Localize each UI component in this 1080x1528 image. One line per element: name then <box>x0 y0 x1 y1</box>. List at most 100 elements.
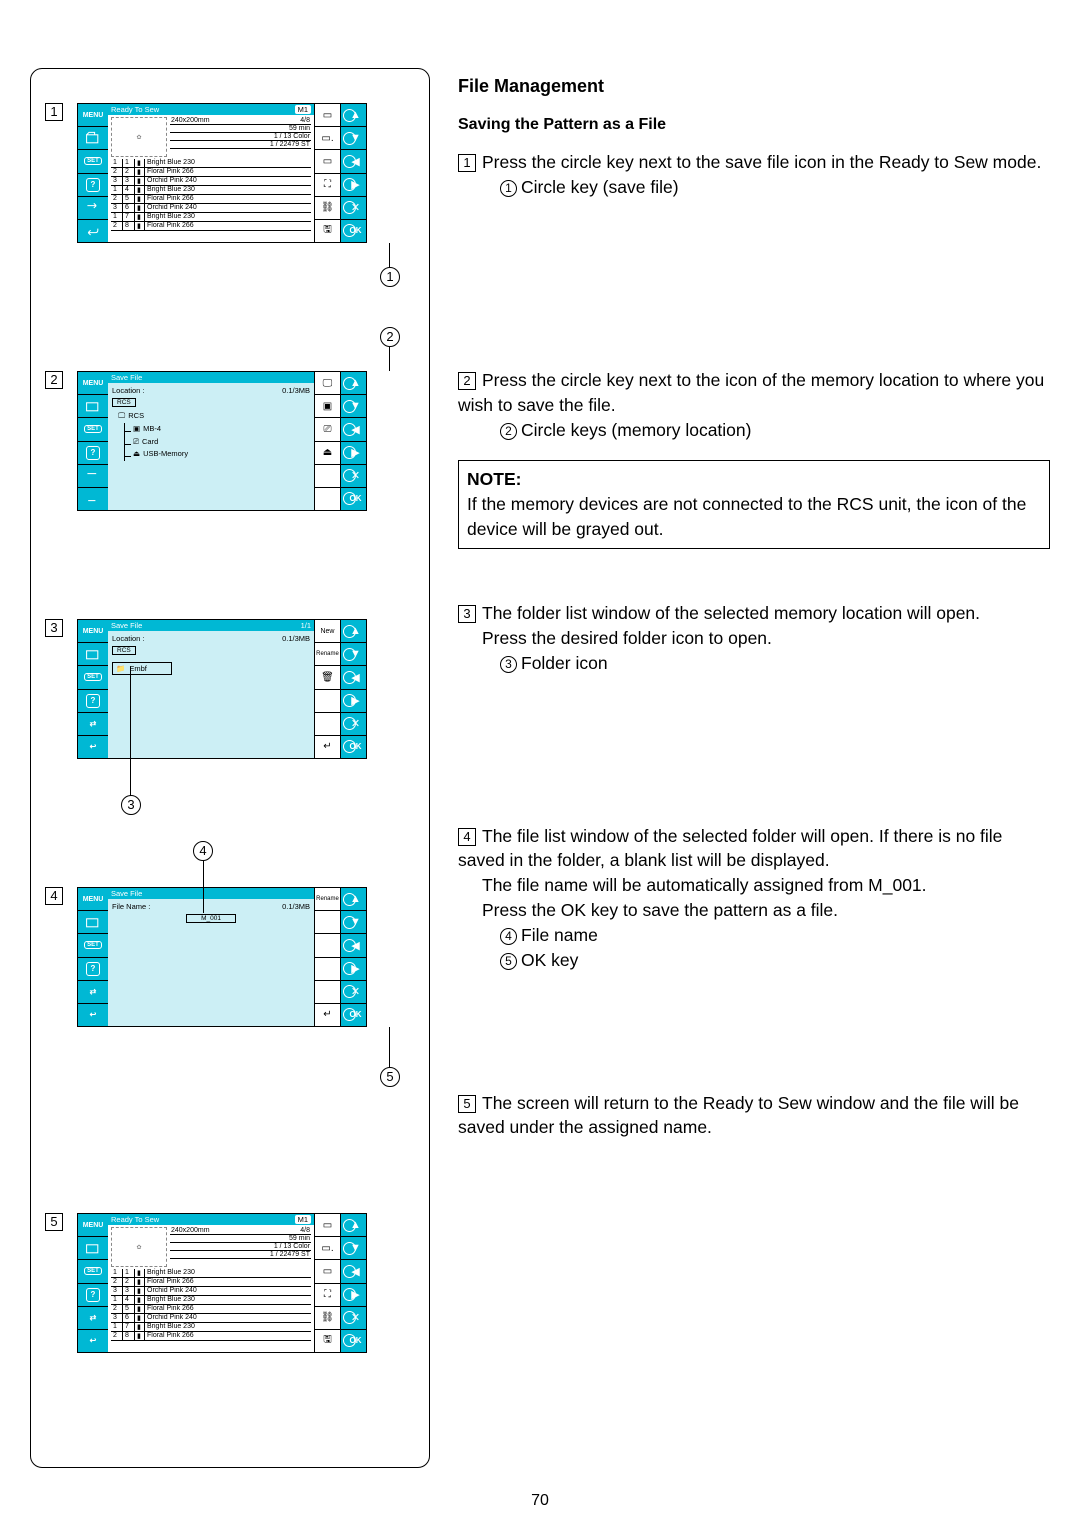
circle-key-down[interactable]: ▼ <box>341 1237 366 1259</box>
spool-icon: ▭. <box>315 1237 341 1259</box>
circle-key-cancel[interactable]: ✕ <box>341 981 366 1003</box>
device-screen-3: MENU SET ? ⇄ ↩ Save File1/1 Location :0.… <box>77 619 367 759</box>
help-button[interactable]: ? <box>78 442 108 465</box>
spool-icon: ▭ <box>315 1214 341 1236</box>
circle-key-rename[interactable]: ▼ <box>341 643 366 665</box>
breadcrumb-rcs: RCS <box>112 398 136 407</box>
swap-icon[interactable] <box>78 197 108 220</box>
color-list: 11▮Bright Blue 230 22▮Floral Pink 266 33… <box>111 159 311 231</box>
step-3-box: 3 <box>45 619 63 637</box>
swap-icon[interactable]: ⇄ <box>78 713 108 736</box>
screen-title: Save File <box>111 621 142 630</box>
circle-key-left[interactable]: ◀ <box>341 150 366 172</box>
callout-3: 3 <box>121 795 141 815</box>
step-1-box: 1 <box>45 103 63 121</box>
circle-key-cancel[interactable]: ✕ <box>341 465 366 487</box>
circle-key-right[interactable]: ▶ <box>341 958 366 980</box>
circle-key-ok[interactable]: OK <box>341 1004 366 1026</box>
note-box: NOTE: If the memory devices are not conn… <box>458 460 1050 549</box>
card-icon: ⎚ <box>133 436 139 449</box>
side-label-rename: Rename <box>315 643 341 665</box>
page-title: File Management <box>458 74 1050 100</box>
open-icon[interactable] <box>78 643 108 666</box>
screen-mode: M1 <box>295 1215 311 1224</box>
circle-key-ok[interactable]: OK <box>341 736 366 758</box>
section-title: Saving the Pattern as a File <box>458 114 1050 137</box>
circle-key-2[interactable]: ▼ <box>341 395 366 417</box>
circle-key-new[interactable]: ▲ <box>341 620 366 642</box>
open-icon[interactable] <box>78 395 108 418</box>
circle-key-rename[interactable]: ▲ <box>341 888 366 910</box>
help-button[interactable]: ? <box>78 174 108 197</box>
step-2-box: 2 <box>45 371 63 389</box>
menu-button[interactable]: MENU <box>78 888 108 911</box>
circle-key-down[interactable]: ▼ <box>341 911 366 933</box>
step-5: 5The screen will return to the Ready to … <box>458 1091 1050 1141</box>
open-icon[interactable] <box>78 911 108 934</box>
circle-key-right[interactable]: ▶ <box>341 174 366 196</box>
step-4: 4The file list window of the selected fo… <box>458 824 1050 973</box>
set-button[interactable]: SET <box>78 150 108 173</box>
set-button[interactable]: SET <box>78 934 108 957</box>
circle-key-down[interactable]: ▼ <box>341 127 366 149</box>
return-icon[interactable] <box>78 488 108 510</box>
monitor-icon: 🖵 <box>315 372 341 394</box>
circle-key-right[interactable]: ▶ <box>341 1284 366 1306</box>
swap-icon[interactable] <box>78 465 108 488</box>
diagram-column: 1 MENU SET ? Ready To Sew M1 <box>30 68 430 1468</box>
monitor-icon: 🖵 <box>118 410 125 423</box>
swap-icon[interactable]: ⇄ <box>78 1307 108 1330</box>
pattern-stats: 240x200mm4/8 59 min 1 / 13 Color 1 / 224… <box>170 117 311 157</box>
circle-key-1[interactable]: ▲ <box>341 372 366 394</box>
circle-key-cancel[interactable]: ✕ <box>341 1307 366 1329</box>
open-icon[interactable] <box>78 1237 108 1260</box>
device-screen-5: MENU SET ? ⇄ ↩ Ready To SewM1 ✿ 240x200m… <box>77 1213 367 1353</box>
swap-icon[interactable]: ⇄ <box>78 981 108 1004</box>
open-icon[interactable] <box>78 127 108 150</box>
return-icon[interactable] <box>78 220 108 242</box>
page-number: 70 <box>531 1492 549 1510</box>
menu-button[interactable]: MENU <box>78 620 108 643</box>
circle-key-ok[interactable]: OK <box>341 488 366 510</box>
return-icon[interactable]: ↩ <box>78 1004 108 1026</box>
spool-icon: ▭ <box>315 104 341 126</box>
menu-button[interactable]: MENU <box>78 1214 108 1237</box>
help-button[interactable]: ? <box>78 1284 108 1307</box>
circle-key-delete[interactable]: ◀ <box>341 666 366 688</box>
circle-key-left[interactable]: ◀ <box>341 1260 366 1282</box>
help-button[interactable]: ? <box>78 690 108 713</box>
set-button[interactable]: SET <box>78 418 108 441</box>
screen-title: Save File <box>111 373 142 382</box>
step-3: 3The folder list window of the selected … <box>458 601 1050 676</box>
set-button[interactable]: SET <box>78 1260 108 1283</box>
circle-key-left[interactable]: ◀ <box>341 934 366 956</box>
card-icon: ⎚ <box>315 418 341 440</box>
menu-button[interactable]: MENU <box>78 104 108 127</box>
screen-title: Ready To Sew <box>111 105 159 114</box>
folder-item[interactable]: 📁Embf <box>112 662 172 675</box>
circle-key-cancel[interactable]: ✕ <box>341 713 366 735</box>
circle-key-up[interactable]: ▲ <box>341 1214 366 1236</box>
circle-key-up[interactable]: ▲ <box>341 104 366 126</box>
circle-key-right[interactable]: ▶ <box>341 690 366 712</box>
set-button[interactable]: SET <box>78 666 108 689</box>
help-button[interactable]: ? <box>78 958 108 981</box>
spool-icon: ▭. <box>315 127 341 149</box>
callout-4: 4 <box>193 841 213 861</box>
page-indicator: 1/1 <box>301 621 311 630</box>
step-4-box: 4 <box>45 887 63 905</box>
screen-title: Save File <box>111 889 142 898</box>
return-icon[interactable]: ↩ <box>78 736 108 758</box>
device-screen-2: MENU SET ? Save File Location :0.1/3MB R… <box>77 371 367 511</box>
circle-key-3[interactable]: ◀ <box>341 418 366 440</box>
circle-key-ok[interactable]: OK <box>341 220 366 242</box>
menu-button[interactable]: MENU <box>78 372 108 395</box>
step-2: 2Press the circle key next to the icon o… <box>458 368 1050 443</box>
return-icon[interactable]: ↩ <box>78 1330 108 1352</box>
circle-key-ok[interactable]: OK <box>341 1330 366 1352</box>
circle-key-4[interactable]: ▶ <box>341 442 366 464</box>
trace-icon: ⛓ <box>315 1307 341 1329</box>
callout-5: 5 <box>380 1067 400 1087</box>
screen-3-row: 3 MENU SET ? ⇄ ↩ Save File1/1 Location :… <box>45 619 415 759</box>
circle-key-cancel[interactable]: ✕ <box>341 197 366 219</box>
